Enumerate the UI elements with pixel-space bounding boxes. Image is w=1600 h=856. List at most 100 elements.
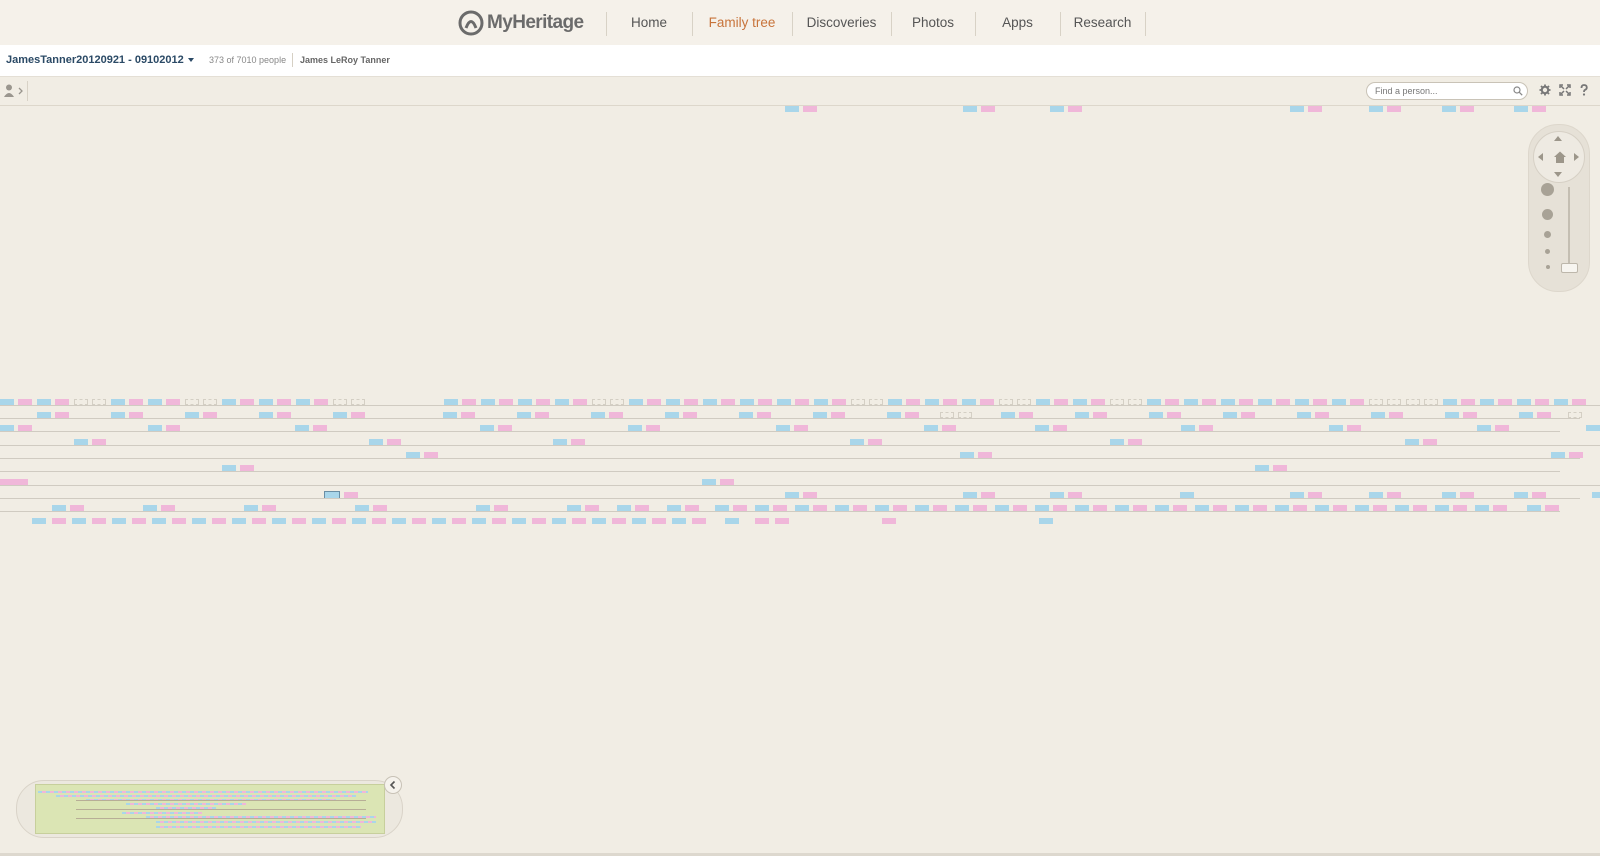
person-card[interactable] (412, 518, 426, 524)
person-card[interactable] (352, 518, 366, 524)
find-person-box (1366, 82, 1528, 100)
tree-header: JamesTanner20120921 - 09102012 373 of 70… (0, 45, 1600, 77)
settings-icon[interactable] (1539, 84, 1551, 96)
find-person-input[interactable] (1375, 83, 1507, 99)
zoom-level-1[interactable] (1545, 265, 1550, 269)
person-card[interactable] (172, 518, 186, 524)
tree-minimap (16, 780, 403, 838)
person-view-button[interactable] (3, 83, 27, 99)
person-card[interactable] (452, 518, 466, 524)
pan-up-icon[interactable] (1554, 136, 1562, 141)
person-card[interactable] (775, 518, 789, 524)
minimap-row (56, 795, 356, 797)
nav-family-tree[interactable]: Family tree (692, 12, 792, 36)
pan-right-icon[interactable] (1574, 153, 1579, 161)
person-card[interactable] (672, 518, 686, 524)
myheritage-logo[interactable]: MyHeritage (458, 10, 584, 36)
person-card[interactable] (1592, 492, 1600, 498)
person-card[interactable] (112, 518, 126, 524)
person-card[interactable] (1442, 106, 1456, 112)
person-card[interactable] (1050, 106, 1064, 112)
nav-research[interactable]: Research (1060, 12, 1145, 36)
nav-discoveries[interactable]: Discoveries (792, 12, 891, 36)
person-card[interactable] (72, 518, 86, 524)
nav-apps[interactable]: Apps (975, 12, 1060, 36)
person-card[interactable] (981, 106, 995, 112)
person-card[interactable] (312, 518, 326, 524)
person-card[interactable] (1586, 425, 1600, 431)
zoom-slider-track[interactable] (1568, 187, 1570, 271)
logo-icon (458, 10, 484, 36)
minimap-viewport[interactable] (35, 784, 385, 834)
person-card[interactable] (1308, 106, 1322, 112)
person-card[interactable] (632, 518, 646, 524)
person-card[interactable] (32, 518, 46, 524)
nav-home[interactable]: Home (606, 12, 692, 36)
person-card[interactable] (52, 518, 66, 524)
person-card[interactable] (532, 518, 546, 524)
person-card[interactable] (725, 518, 739, 524)
zoom-level-3[interactable] (1544, 231, 1551, 238)
person-card[interactable] (882, 518, 896, 524)
person-card[interactable] (1460, 106, 1474, 112)
header-separator (292, 53, 293, 67)
person-card[interactable] (592, 518, 606, 524)
fullscreen-icon[interactable] (1559, 84, 1571, 96)
person-card[interactable] (572, 518, 586, 524)
help-icon[interactable] (1578, 84, 1590, 96)
pan-down-icon[interactable] (1554, 172, 1562, 177)
home-icon[interactable] (1553, 150, 1567, 164)
person-card[interactable] (392, 518, 406, 524)
root-person-name[interactable]: James LeRoy Tanner (300, 55, 390, 65)
person-card[interactable] (1068, 106, 1082, 112)
person-card[interactable] (785, 106, 799, 112)
person-card[interactable] (652, 518, 666, 524)
person-card[interactable] (432, 518, 446, 524)
person-card[interactable] (272, 518, 286, 524)
person-card[interactable] (552, 518, 566, 524)
person-card[interactable] (472, 518, 486, 524)
person-card[interactable] (292, 518, 306, 524)
relationship-line (0, 471, 1560, 472)
family-tree-canvas[interactable] (0, 106, 1600, 856)
person-card[interactable] (1514, 106, 1528, 112)
person-card[interactable] (1290, 106, 1304, 112)
person-card[interactable] (612, 518, 626, 524)
tree-selector[interactable]: JamesTanner20120921 - 09102012 (6, 54, 184, 66)
minimap-collapse-button[interactable] (384, 776, 402, 794)
person-card[interactable] (1387, 106, 1401, 112)
relationship-line (0, 418, 1580, 419)
nav-photos[interactable]: Photos (891, 12, 975, 36)
pan-left-icon[interactable] (1538, 153, 1543, 161)
person-card[interactable] (192, 518, 206, 524)
person-card[interactable] (692, 518, 706, 524)
relationship-line (0, 405, 1600, 406)
person-card[interactable] (372, 518, 386, 524)
person-card[interactable] (132, 518, 146, 524)
relationship-line (0, 445, 1600, 446)
person-card[interactable] (803, 106, 817, 112)
relationship-line (0, 458, 1580, 459)
chevron-down-icon[interactable] (188, 58, 194, 62)
person-card[interactable] (212, 518, 226, 524)
relationship-line (0, 485, 1600, 486)
person-card[interactable] (512, 518, 526, 524)
person-card[interactable] (232, 518, 246, 524)
zoom-level-5[interactable] (1541, 183, 1554, 196)
person-card[interactable] (755, 518, 769, 524)
zoom-slider-thumb[interactable] (1561, 263, 1578, 273)
person-card[interactable] (963, 106, 977, 112)
search-icon[interactable] (1513, 86, 1523, 96)
person-card[interactable] (152, 518, 166, 524)
person-card[interactable] (1369, 106, 1383, 112)
person-card[interactable] (1532, 106, 1546, 112)
person-card[interactable] (1039, 518, 1053, 524)
person-card[interactable] (492, 518, 506, 524)
minimap-row (156, 821, 376, 823)
zoom-level-4[interactable] (1542, 209, 1553, 220)
person-card[interactable] (332, 518, 346, 524)
zoom-level-2[interactable] (1545, 249, 1550, 254)
person-card[interactable] (252, 518, 266, 524)
minimap-row (126, 803, 246, 805)
person-card[interactable] (92, 518, 106, 524)
